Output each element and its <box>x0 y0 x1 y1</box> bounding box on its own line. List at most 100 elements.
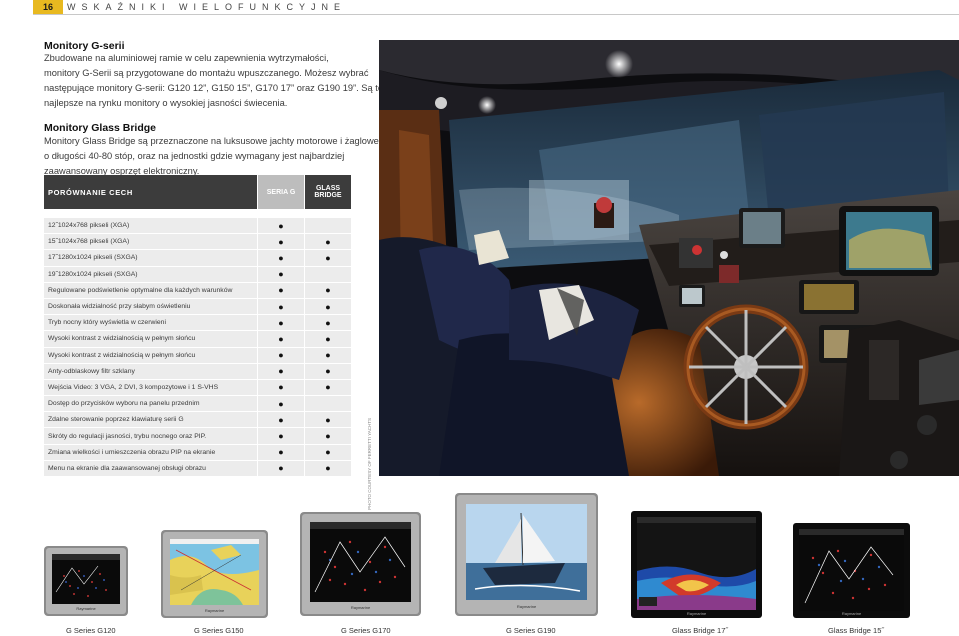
g-series-mark: ● <box>258 428 305 445</box>
table-row: Anty-odblaskowy filtr szklany ● ● <box>44 363 352 380</box>
page-number: 16 <box>33 0 63 14</box>
glass-bridge-mark: ● <box>305 460 352 477</box>
table-row: Doskonała widzialność przy słabym oświet… <box>44 298 352 316</box>
feature-label: Anty-odblaskowy filtr szklany <box>44 363 258 380</box>
table-row: 19˝1280x1024 pikseli (SXGA) ● <box>44 266 352 283</box>
feature-comparison-table: PORÓWNANIE CECH SERIA G GLASS BRIDGE 12˝1… <box>44 175 352 477</box>
g-series-line: następujące monitory G-serii: G120 12”, … <box>44 83 384 93</box>
glass-bridge-body: Monitory Glass Bridge są przeznaczone na… <box>44 134 379 179</box>
glass-bridge-mark <box>305 218 352 235</box>
g-series-mark: ● <box>258 379 305 397</box>
glass-bridge-header-line: GLASS <box>315 185 341 192</box>
glass-bridge-mark: ● <box>305 428 352 445</box>
monitor-brand: Raymarine <box>841 611 862 616</box>
table-row: Zdalne sterowanie poprzez klawiaturę ser… <box>44 412 352 429</box>
section-title: WSKAŹNIKI WIELOFUNKCYJNE <box>67 2 347 12</box>
monitor-brand: Raymarine <box>350 605 371 610</box>
table-header-row: PORÓWNANIE CECH SERIA G GLASS BRIDGE <box>44 175 352 209</box>
photo-credit: PHOTO COURTESY OF FERRETTI YACHTS <box>367 418 372 510</box>
feature-label: 17˝1280x1024 pikseli (SXGA) <box>44 250 258 267</box>
feature-label: 19˝1280x1024 pikseli (SXGA) <box>44 266 258 283</box>
g-series-line: monitory G-Serii są przygotowane do mont… <box>44 68 369 78</box>
product-caption: G Series G190 <box>506 626 556 635</box>
feature-label: Wysoki kontrast z widzialnością w pełnym… <box>44 347 258 364</box>
g-series-mark: ● <box>258 412 305 429</box>
table-row: 15˝1024x768 pikseli (XGA) ● ● <box>44 234 352 251</box>
glass-bridge-mark <box>305 266 352 283</box>
g-series-mark: ● <box>258 331 305 348</box>
g-series-mark: ● <box>258 460 305 477</box>
glass-bridge-mark <box>305 396 352 413</box>
glass-bridge-heading: Monitory Glass Bridge <box>44 122 157 134</box>
table-row: Tryb nocny który wyświetla w czerwieni ● ● <box>44 315 352 332</box>
product-caption: G Series G170 <box>341 626 391 635</box>
product-caption: Glass Bridge 17˝ <box>672 626 728 635</box>
g-series-mark: ● <box>258 396 305 413</box>
g-series-mark: ● <box>258 234 305 251</box>
g-series-mark: ● <box>258 298 305 316</box>
g-series-mark: ● <box>258 282 305 299</box>
g-series-mark: ● <box>258 347 305 364</box>
table-row: Regulowane podświetlenie optymalne dla k… <box>44 282 352 299</box>
feature-label: Dostęp do przycisków wyboru na panelu pr… <box>44 396 258 413</box>
glass-bridge-mark: ● <box>305 379 352 397</box>
table-row: Wysoki kontrast z widzialnością w pełnym… <box>44 347 352 364</box>
product-caption: G Series G150 <box>194 626 244 635</box>
g-series-mark: ● <box>258 363 305 380</box>
glass-bridge-column-header: GLASS BRIDGE <box>305 175 352 209</box>
yacht-helm-photo <box>379 40 959 476</box>
monitor-brand: Raymarine <box>76 606 96 611</box>
feature-column-header: PORÓWNANIE CECH <box>44 175 258 209</box>
glass-bridge-mark: ● <box>305 250 352 267</box>
glass-bridge-mark: ● <box>305 234 352 251</box>
table-row: Zmiana wielkości i umieszczenia obrazu P… <box>44 444 352 461</box>
glass-bridge-mark: ● <box>305 298 352 316</box>
g-series-column-header: SERIA G <box>258 175 305 209</box>
table-row: Wejścia Video: 3 VGA, 2 DVI, 3 kompozyto… <box>44 379 352 397</box>
table-row: Skróty do regulacji jasności, trybu nocn… <box>44 428 352 445</box>
g-series-mark: ● <box>258 444 305 461</box>
feature-label: 15˝1024x768 pikseli (XGA) <box>44 234 258 251</box>
glass-bridge-mark: ● <box>305 363 352 380</box>
glass-bridge-mark: ● <box>305 282 352 299</box>
feature-label: Wysoki kontrast z widzialnością w pełnym… <box>44 331 258 348</box>
g-series-mark: ● <box>258 218 305 235</box>
glass-bridge-mark: ● <box>305 315 352 332</box>
table-row: Dostęp do przycisków wyboru na panelu pr… <box>44 396 352 413</box>
table-row: Wysoki kontrast z widzialnością w pełnym… <box>44 331 352 348</box>
feature-label: Doskonała widzialność przy słabym oświet… <box>44 298 258 316</box>
feature-label: 12˝1024x768 pikseli (XGA) <box>44 218 258 235</box>
g-series-mark: ● <box>258 250 305 267</box>
feature-label: Wejścia Video: 3 VGA, 2 DVI, 3 kompozyto… <box>44 379 258 397</box>
monitor-brand: Raymarine <box>686 611 707 616</box>
monitor-brand: Raymarine <box>516 604 537 609</box>
product-caption: Glass Bridge 15˝ <box>828 626 884 635</box>
g-series-mark: ● <box>258 266 305 283</box>
glass-bridge-mark: ● <box>305 331 352 348</box>
monitor-brand: Raymarine <box>204 608 225 613</box>
glass-bridge-mark: ● <box>305 444 352 461</box>
feature-label: Menu na ekranie dla zaawansowanej obsług… <box>44 460 258 477</box>
page-header: 16 WSKAŹNIKI WIELOFUNKCYJNE <box>0 0 959 15</box>
table-row: 17˝1280x1024 pikseli (SXGA) ● ● <box>44 250 352 267</box>
table-row: Menu na ekranie dla zaawansowanej obsług… <box>44 460 352 477</box>
monitor-g170: Raymarine <box>300 512 421 616</box>
monitor-g150: Raymarine <box>161 530 268 618</box>
g-series-body: Zbudowane na aluminiowej ramie w celu za… <box>44 51 383 111</box>
g-series-mark: ● <box>258 315 305 332</box>
feature-label: Tryb nocny który wyświetla w czerwieni <box>44 315 258 332</box>
feature-label: Zdalne sterowanie poprzez klawiaturę ser… <box>44 412 258 429</box>
feature-label: Skróty do regulacji jasności, trybu nocn… <box>44 428 258 445</box>
product-caption: G Series G120 <box>66 626 116 635</box>
g-series-line: najlepsze na rynku monitory o wysokiej j… <box>44 98 288 108</box>
monitor-glass-bridge-15: Raymarine <box>793 523 910 618</box>
glass-bridge-mark: ● <box>305 412 352 429</box>
glass-bridge-line: o długości 40-80 stóp, oraz na jednostki… <box>44 151 345 161</box>
monitor-g190: Raymarine <box>455 493 598 616</box>
monitor-g120: Raymarine <box>44 546 128 616</box>
feature-label: Regulowane podświetlenie optymalne dla k… <box>44 282 258 299</box>
feature-label: Zmiana wielkości i umieszczenia obrazu P… <box>44 444 258 461</box>
table-row: 12˝1024x768 pikseli (XGA) ● <box>44 218 352 235</box>
header-divider <box>33 14 959 15</box>
glass-bridge-mark: ● <box>305 347 352 364</box>
